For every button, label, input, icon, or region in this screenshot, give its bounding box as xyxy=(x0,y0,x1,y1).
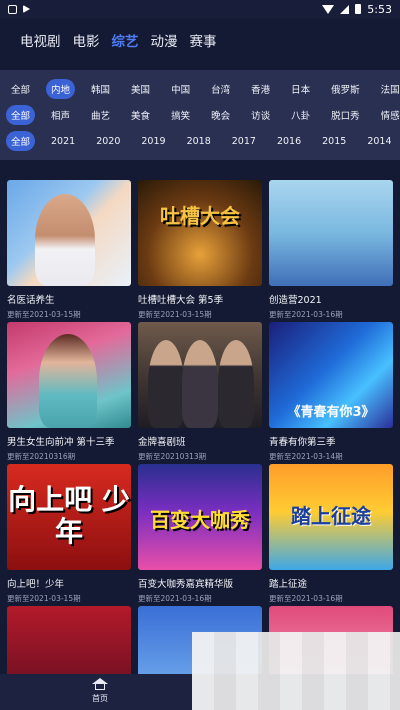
year-filter-chip[interactable]: 2019 xyxy=(136,133,170,150)
obscured-area xyxy=(192,632,400,710)
show-update-status: 更新至2021-03-15期 xyxy=(138,310,212,319)
genre-filter-chip[interactable]: 晚会 xyxy=(206,105,235,125)
region-filter-row: 全部 内地 韩国 美国 中国 台湾 香港 日本 俄罗斯 法国 xyxy=(0,77,400,101)
show-title: 吐槽吐槽大会 第5季 xyxy=(138,295,224,306)
show-card[interactable]: 踏上征途 踏上征途 更新至2021-03-16期 xyxy=(269,464,393,604)
show-title: 向上吧！少年 xyxy=(7,579,65,590)
show-card[interactable]: 向上吧 少年向上吧！少年更新至2021-03-15期 xyxy=(7,464,131,604)
show-title: 金牌喜剧班 xyxy=(138,437,186,448)
genre-filter-row: 全部 相声 曲艺 美食 搞笑 晚会 访谈 八卦 脱口秀 情感 xyxy=(0,103,400,127)
region-filter-chip[interactable]: 韩国 xyxy=(86,79,115,99)
show-card[interactable]: 名医话养生更新至2021-03-15期 xyxy=(7,180,131,320)
nav-home[interactable]: 首页 xyxy=(86,678,114,704)
year-filter-chip[interactable]: 2014 xyxy=(362,133,396,150)
genre-filter-chip[interactable]: 美食 xyxy=(126,105,155,125)
tab-tv-series[interactable]: 电视剧 xyxy=(20,30,61,50)
region-filter-chip[interactable]: 中国 xyxy=(166,79,195,99)
poster-title: 百变大咖秀 xyxy=(150,508,250,532)
tab-variety[interactable]: 综艺 xyxy=(112,30,139,50)
year-filter-chip[interactable]: 2016 xyxy=(272,133,306,150)
year-filter-chip[interactable]: 全部 xyxy=(6,131,36,151)
show-title: 名医话养生 xyxy=(7,295,55,306)
show-card[interactable]: 百变大咖秀百变大咖秀嘉宾精华版 更新至2021-03-16期 xyxy=(138,464,262,604)
show-card[interactable]: 创造营2021 更新至2021-03-16期 xyxy=(269,180,393,320)
genre-filter-chip[interactable]: 八卦 xyxy=(286,105,315,125)
year-filter-chip[interactable]: 2018 xyxy=(182,133,216,150)
year-filter-chip[interactable]: 2015 xyxy=(317,133,351,150)
poster-title: 《青春有你3》 xyxy=(287,405,375,420)
region-filter-chip[interactable]: 日本 xyxy=(286,79,315,99)
show-poster[interactable]: 吐槽大会 xyxy=(138,180,262,286)
show-update-status: 更新至2021-03-16期 xyxy=(269,310,343,319)
show-poster[interactable]: 百变大咖秀 xyxy=(138,464,262,570)
genre-filter-chip[interactable]: 相声 xyxy=(46,105,75,125)
filter-panel: 全部 内地 韩国 美国 中国 台湾 香港 日本 俄罗斯 法国 全部 相声 曲艺 美食 搞笑 晚会 访谈 八卦 脱口… xyxy=(0,70,400,160)
poster-title: 向上吧 少年 xyxy=(8,483,130,548)
tab-movies[interactable]: 电影 xyxy=(73,30,100,50)
region-filter-chip[interactable]: 美国 xyxy=(126,79,155,99)
region-filter-chip[interactable]: 俄罗斯 xyxy=(326,79,365,99)
show-title: 青春有你第三季 xyxy=(269,437,336,448)
app-square-icon xyxy=(8,4,17,14)
show-poster[interactable]: 踏上征途 xyxy=(269,464,393,570)
year-filter-chip[interactable]: 2017 xyxy=(227,133,261,150)
genre-filter-chip[interactable]: 访谈 xyxy=(246,105,275,125)
show-update-status: 更新至2021-03-15期 xyxy=(7,594,81,603)
show-card[interactable]: 吐槽大会吐槽吐槽大会 第5季 更新至2021-03-15期 xyxy=(138,180,262,320)
show-poster[interactable] xyxy=(269,180,393,286)
show-poster[interactable] xyxy=(7,180,131,286)
show-update-status: 更新至20210316期 xyxy=(7,452,76,461)
genre-filter-chip[interactable]: 曲艺 xyxy=(86,105,115,125)
tab-sports[interactable]: 赛事 xyxy=(190,30,217,50)
genre-filter-chip[interactable]: 情感 xyxy=(376,105,400,125)
region-filter-chip[interactable]: 全部 xyxy=(6,79,35,99)
category-tabs: 电视剧 电影 综艺 动漫 赛事 xyxy=(20,30,217,60)
battery-icon xyxy=(355,4,362,14)
show-poster[interactable]: 《青春有你3》 xyxy=(269,322,393,428)
show-title: 男生女生向前冲 第十三季 xyxy=(7,437,115,448)
status-bar: 5:53 xyxy=(0,0,400,18)
show-card[interactable]: 金牌喜剧班更新至20210313期 xyxy=(138,322,262,462)
show-update-status: 更新至2021-03-16期 xyxy=(138,594,212,603)
nav-home-label: 首页 xyxy=(92,694,108,703)
region-filter-chip[interactable]: 台湾 xyxy=(206,79,235,99)
genre-filter-chip[interactable]: 脱口秀 xyxy=(326,105,365,125)
region-filter-chip[interactable]: 法国 xyxy=(376,79,400,99)
show-poster[interactable] xyxy=(7,322,131,428)
show-card[interactable]: 《青春有你3》青春有你第三季 更新至2021-03-14期 xyxy=(269,322,393,462)
show-poster[interactable] xyxy=(138,322,262,428)
genre-filter-chip[interactable]: 全部 xyxy=(6,105,36,125)
year-filter-chip[interactable]: 2021 xyxy=(46,133,80,150)
status-time: 5:53 xyxy=(367,2,392,16)
play-icon xyxy=(23,5,30,13)
show-update-status: 更新至2021-03-15期 xyxy=(7,310,81,319)
show-update-status: 更新至2021-03-16期 xyxy=(269,594,343,603)
home-icon xyxy=(92,678,108,690)
wifi-icon xyxy=(322,4,335,14)
tab-anime[interactable]: 动漫 xyxy=(151,30,178,50)
show-title: 创造营2021 xyxy=(269,295,322,306)
poster-title: 踏上征途 xyxy=(291,504,371,528)
year-filter-chip[interactable]: 2020 xyxy=(91,133,125,150)
genre-filter-chip[interactable]: 搞笑 xyxy=(166,105,195,125)
show-poster[interactable]: 向上吧 少年 xyxy=(7,464,131,570)
signal-icon xyxy=(340,4,350,14)
show-update-status: 更新至2021-03-14期 xyxy=(269,452,343,461)
show-title: 踏上征途 xyxy=(269,579,308,590)
show-card[interactable]: 男生女生向前冲 第十三季 更新至20210316期 xyxy=(7,322,131,462)
show-update-status: 更新至20210313期 xyxy=(138,452,207,461)
region-filter-chip[interactable]: 香港 xyxy=(246,79,275,99)
show-title: 百变大咖秀嘉宾精华版 xyxy=(138,579,234,590)
poster-title: 吐槽大会 xyxy=(160,204,240,228)
region-filter-chip[interactable]: 内地 xyxy=(46,79,76,99)
year-filter-row: 全部202120202019201820172016201520142013 xyxy=(0,129,400,153)
